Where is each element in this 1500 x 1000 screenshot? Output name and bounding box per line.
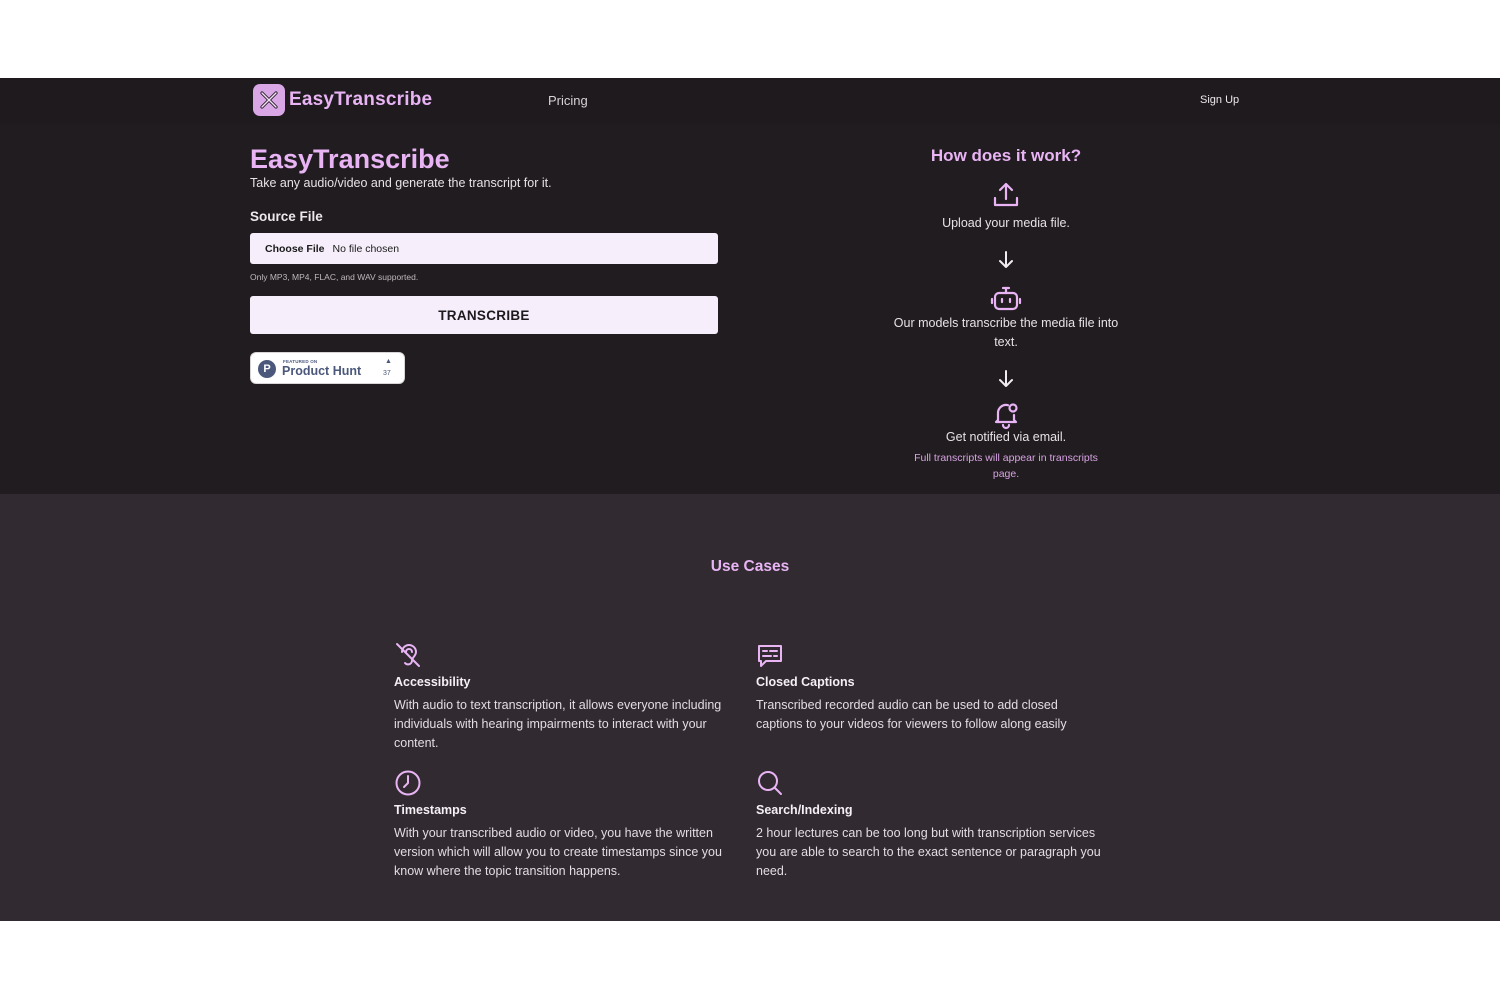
top-nav: EasyTranscribe Pricing Sign Up [0, 78, 1500, 124]
ph-vote-count: 37 [383, 370, 391, 377]
use-case-search-indexing: Search/Indexing 2 hour lectures can be t… [756, 769, 1101, 881]
how-it-works-title: How does it work? [930, 146, 1082, 165]
step-notify-text: Get notified via email. [945, 430, 1067, 444]
use-case-closed-captions: Closed Captions Transcribed recorded aud… [756, 641, 1101, 734]
product-hunt-icon: P [258, 360, 276, 378]
upload-icon [993, 182, 1019, 207]
use-case-accessibility: Accessibility With audio to text transcr… [394, 641, 739, 753]
use-case-body: Transcribed recorded audio can be used t… [756, 698, 1067, 731]
bell-icon [994, 403, 1018, 430]
use-cases-section: Use Cases Accessibility With audio to te… [0, 494, 1500, 921]
use-case-body: 2 hour lectures can be too long but with… [756, 826, 1101, 878]
captions-icon [758, 645, 782, 667]
sign-up-link[interactable]: Sign Up [1200, 94, 1239, 106]
arrow-down-icon [999, 370, 1013, 387]
robot-icon [990, 286, 1022, 311]
transcribe-button[interactable]: TRANSCRIBE [250, 296, 718, 334]
ear-off-icon [396, 643, 420, 667]
upvote-arrow-icon: ▲ [385, 358, 392, 365]
hero-section: EasyTranscribe Take any audio/video and … [0, 124, 1500, 494]
use-case-body: With audio to text transcription, it all… [394, 698, 722, 750]
use-case-title: Accessibility [394, 675, 471, 689]
nav-pricing-link[interactable]: Pricing [548, 93, 588, 108]
arrow-down-icon [999, 251, 1013, 268]
use-case-body: With your transcribed audio or video, yo… [394, 826, 722, 878]
brand-logo[interactable]: EasyTranscribe [253, 84, 432, 116]
use-case-title: Search/Indexing [756, 803, 853, 817]
use-case-title: Closed Captions [756, 675, 855, 689]
page-title: EasyTranscribe [250, 144, 450, 174]
logo-icon [253, 84, 285, 116]
brand-name: EasyTranscribe [289, 89, 433, 110]
use-case-title: Timestamps [394, 803, 467, 817]
choose-file-button[interactable]: Choose File [265, 243, 325, 255]
ph-name: Product Hunt [282, 364, 362, 378]
file-status-text: No file chosen [332, 242, 400, 255]
step-upload-text: Upload your media file. [942, 216, 1070, 230]
source-file-label: Source File [250, 209, 323, 224]
clock-icon [395, 770, 421, 796]
source-file-input[interactable]: Choose File No file chosen [250, 233, 718, 264]
app-frame: EasyTranscribe Pricing Sign Up EasyTrans… [0, 78, 1500, 921]
page-subtitle: Take any audio/video and generate the tr… [250, 176, 552, 190]
search-icon [758, 771, 782, 795]
product-hunt-badge[interactable]: P FEATURED ON Product Hunt ▲ 37 [250, 352, 405, 384]
use-cases-title: Use Cases [710, 558, 790, 575]
supported-formats-hint: Only MP3, MP4, FLAC, and WAV supported. [250, 272, 419, 282]
step-notify-note: Full transcripts will appear in transcri… [914, 452, 1098, 480]
step-transcribe-text: Our models transcribe the media file int… [893, 316, 1119, 349]
use-case-timestamps: Timestamps With your transcribed audio o… [394, 769, 739, 881]
